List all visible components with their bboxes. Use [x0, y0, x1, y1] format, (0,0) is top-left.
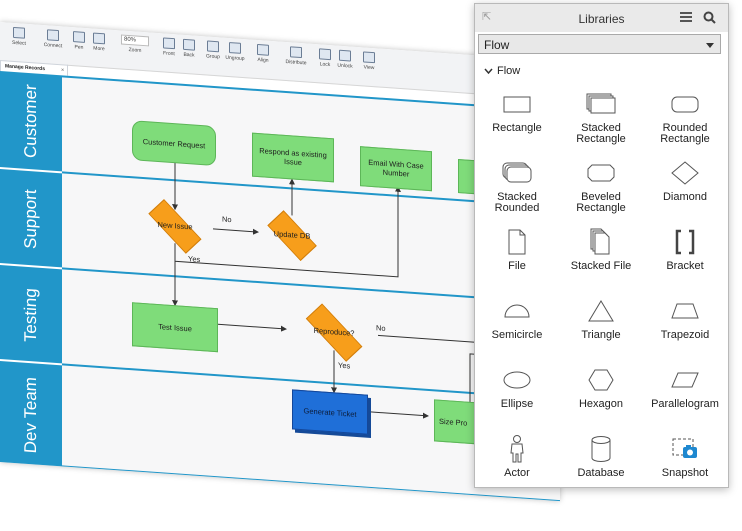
- close-tab-icon[interactable]: ×: [61, 65, 64, 75]
- shape-rounded-rectangle[interactable]: Rounded Rectangle: [643, 88, 727, 158]
- ungroup-icon: [229, 42, 241, 54]
- trapezoid-icon: [665, 295, 705, 327]
- ellipse-icon: [497, 364, 537, 396]
- shape-file[interactable]: File: [475, 226, 559, 296]
- distribute-button[interactable]: Distribute: [280, 46, 312, 67]
- ungroup-button[interactable]: Ungroup: [222, 42, 248, 63]
- connector-label-no: No: [222, 214, 232, 225]
- reproduce-decision[interactable]: Reproduce?: [290, 303, 378, 362]
- customer-request-node[interactable]: Customer Request: [132, 120, 216, 167]
- front-icon: [163, 37, 175, 50]
- select-icon: [13, 26, 25, 39]
- shape-semicircle[interactable]: Semicircle: [475, 295, 559, 365]
- panel-header: ⇱ Libraries: [475, 4, 728, 32]
- shape-snapshot[interactable]: Snapshot: [643, 433, 727, 503]
- snapshot-icon: [665, 433, 705, 465]
- email-case-node[interactable]: Email With Case Number: [360, 146, 432, 192]
- test-issue-node[interactable]: Test Issue: [132, 302, 218, 353]
- shape-triangle[interactable]: Triangle: [559, 295, 643, 365]
- connector-label-yes: Yes: [338, 360, 351, 371]
- semicircle-icon: [497, 295, 537, 327]
- actor-icon: [497, 433, 537, 465]
- flow-section-toggle[interactable]: Flow: [484, 65, 520, 77]
- zoom-control[interactable]: 80% Zoom: [120, 34, 150, 54]
- shape-parallelogram[interactable]: Parallelogram: [643, 364, 727, 434]
- lock-icon: [319, 48, 331, 61]
- diamond-icon: [665, 157, 705, 189]
- shape-rectangle[interactable]: Rectangle: [475, 88, 559, 158]
- libraries-panel: ⇱ Libraries Flow Flow Rectangle Stacked …: [474, 3, 729, 488]
- shape-stacked-rectangle[interactable]: Stacked Rectangle: [559, 88, 643, 158]
- connect-tool-button[interactable]: Connect: [40, 29, 66, 50]
- shape-beveled-rectangle[interactable]: Beveled Rectangle: [559, 157, 643, 227]
- connector-label-yes: Yes: [188, 254, 201, 265]
- menu-icon[interactable]: [680, 12, 692, 23]
- hexagon-icon: [581, 364, 621, 396]
- shape-hexagon[interactable]: Hexagon: [559, 364, 643, 434]
- chevron-down-icon: [706, 43, 714, 48]
- file-icon: [497, 226, 537, 258]
- stacked-file-icon: [581, 226, 621, 258]
- view-icon: [363, 51, 375, 64]
- new-issue-decision[interactable]: New Issue: [134, 199, 216, 254]
- back-icon: [183, 38, 195, 51]
- shape-bracket[interactable]: Bracket: [643, 226, 727, 296]
- update-db-decision[interactable]: Update DB: [256, 210, 328, 261]
- respond-existing-node[interactable]: Respond as existing Issue: [252, 132, 334, 183]
- view-button[interactable]: View: [356, 51, 382, 72]
- search-icon[interactable]: [703, 11, 716, 24]
- shape-stacked-rounded[interactable]: Stacked Rounded: [475, 157, 559, 227]
- connect-icon: [47, 29, 59, 42]
- connector-label-no: No: [376, 323, 386, 333]
- send-back-button[interactable]: Back: [176, 38, 202, 59]
- unlock-icon: [339, 49, 351, 62]
- shape-diamond[interactable]: Diamond: [643, 157, 727, 227]
- shape-database[interactable]: Database: [559, 433, 643, 503]
- select-tool-button[interactable]: Select: [6, 26, 32, 47]
- pen-icon: [73, 31, 85, 43]
- rounded-rectangle-icon: [665, 88, 705, 120]
- unlock-button[interactable]: Unlock: [332, 49, 358, 70]
- bracket-icon: [665, 226, 705, 258]
- generate-ticket-node[interactable]: Generate Ticket: [292, 389, 368, 435]
- stacked-rectangle-icon: [581, 88, 621, 120]
- triangle-icon: [581, 295, 621, 327]
- group-icon: [207, 40, 219, 53]
- shape-trapezoid[interactable]: Trapezoid: [643, 295, 727, 365]
- chevron-down-icon: [484, 68, 493, 74]
- more-button[interactable]: More: [86, 32, 112, 53]
- beveled-rectangle-icon: [581, 157, 621, 189]
- parallelogram-icon: [665, 364, 705, 396]
- distribute-icon: [290, 46, 302, 59]
- zoom-input[interactable]: 80%: [121, 34, 149, 47]
- align-button[interactable]: Align: [250, 43, 276, 64]
- library-select[interactable]: Flow: [478, 34, 721, 54]
- rectangle-icon: [497, 88, 537, 120]
- shape-ellipse[interactable]: Ellipse: [475, 364, 559, 434]
- stacked-rounded-icon: [497, 157, 537, 189]
- align-icon: [257, 43, 269, 56]
- shape-stacked-file[interactable]: Stacked File: [559, 226, 643, 296]
- database-icon: [581, 433, 621, 465]
- more-icon: [93, 32, 105, 45]
- shape-actor[interactable]: Actor: [475, 433, 559, 503]
